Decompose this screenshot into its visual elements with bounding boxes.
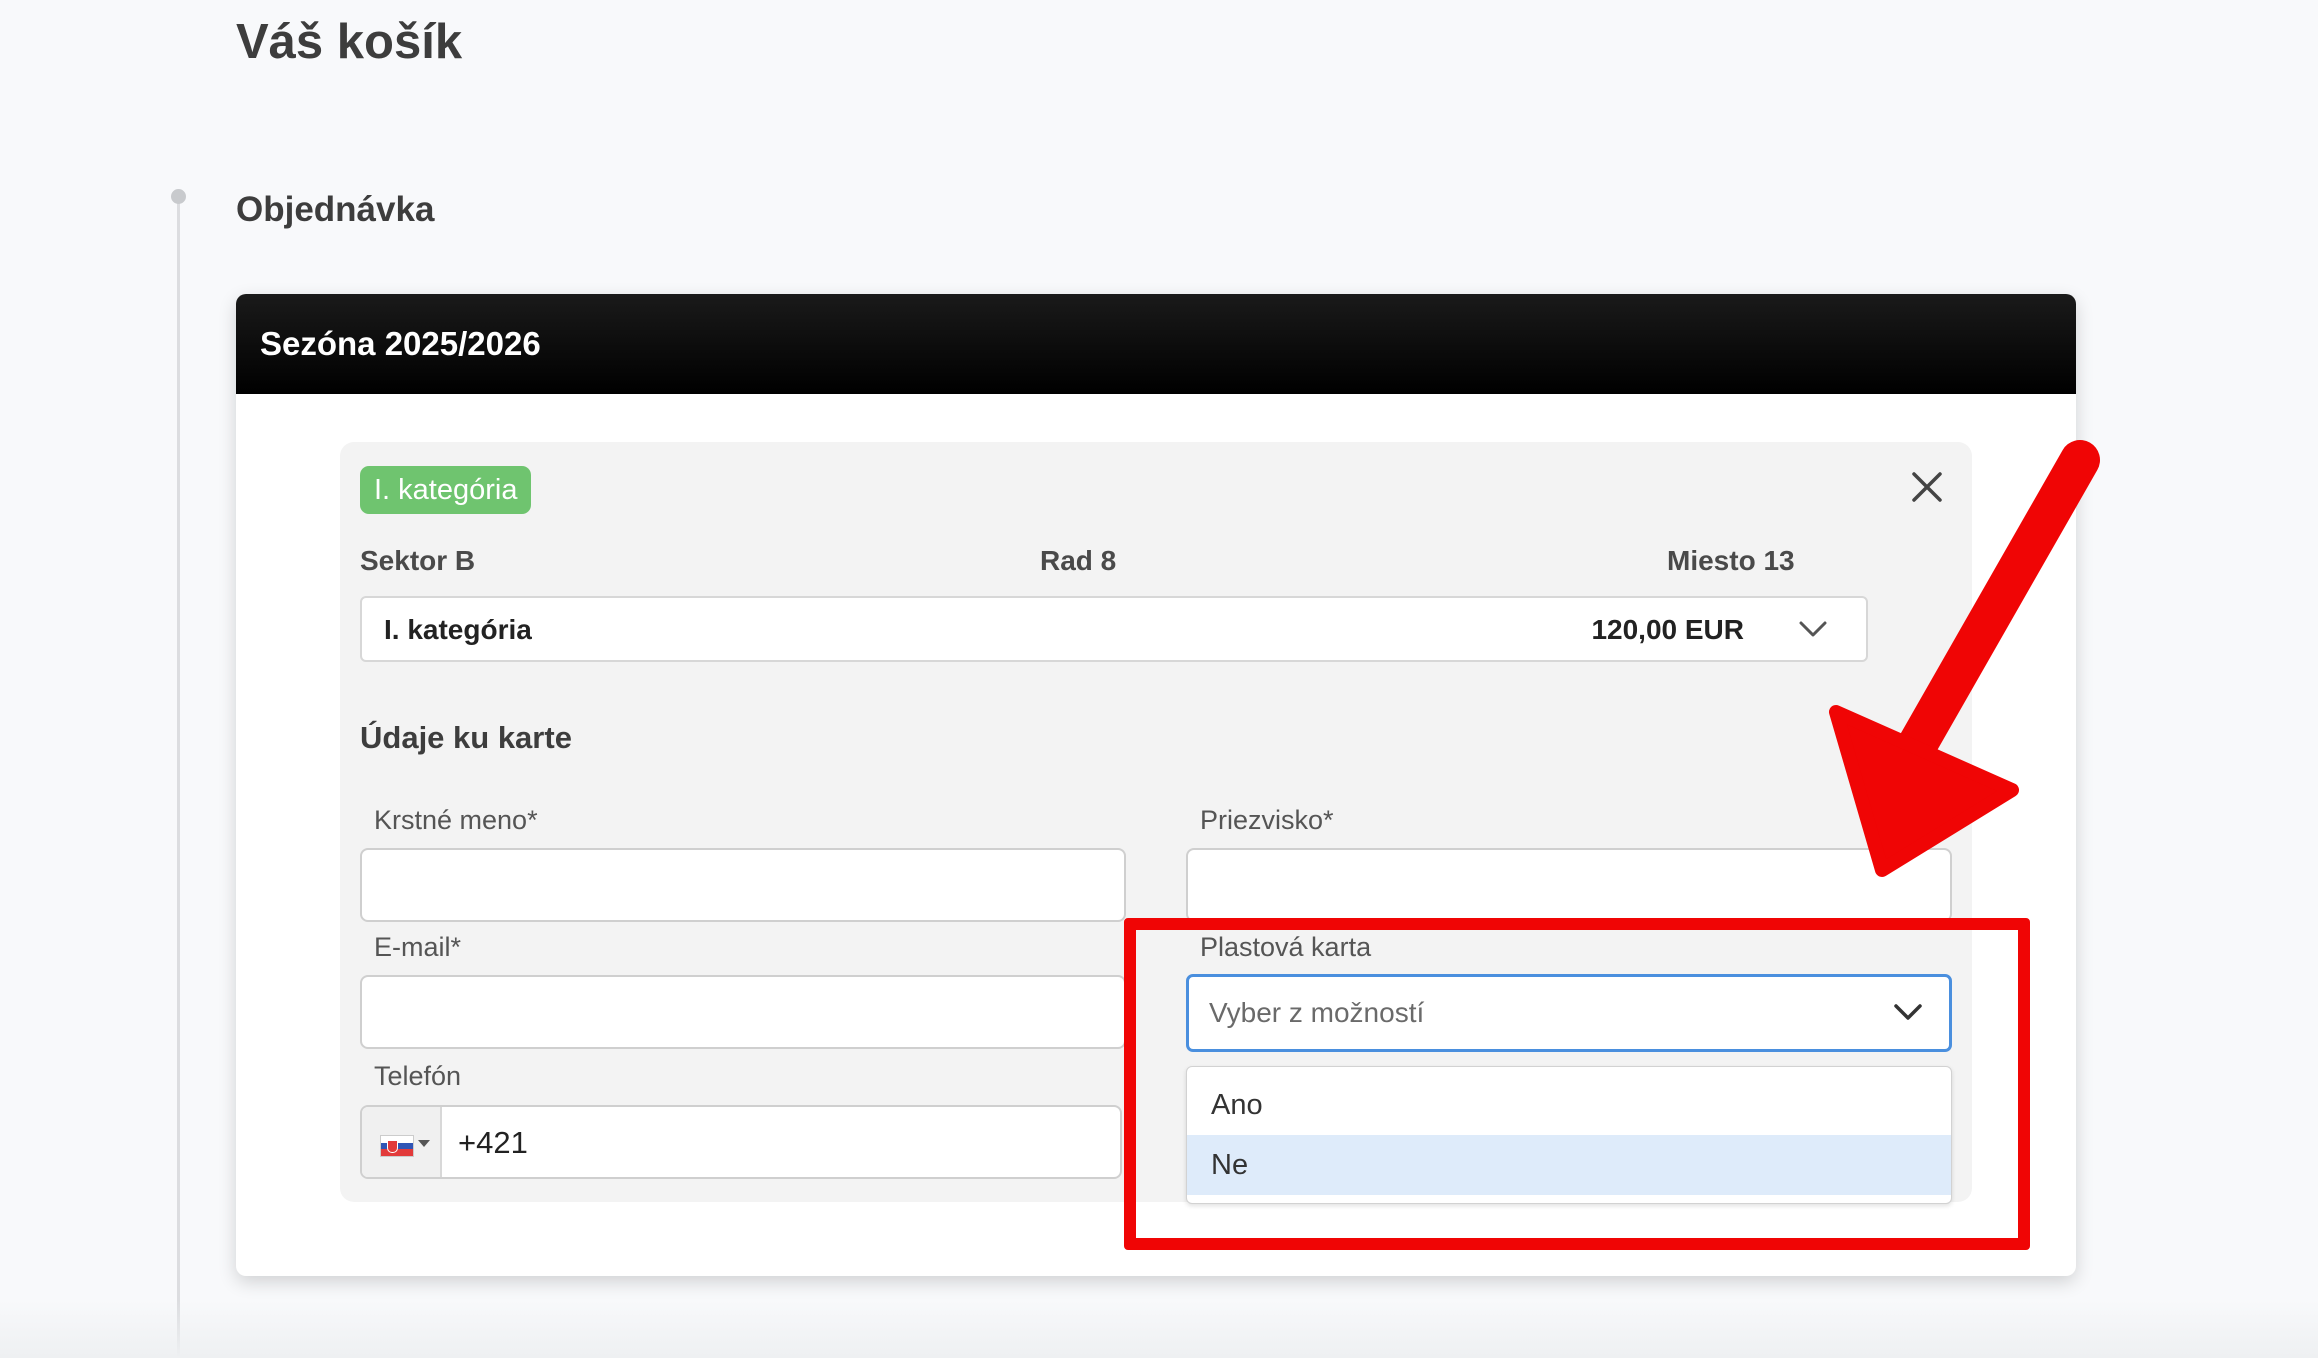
- bottom-fade: [0, 1300, 2318, 1358]
- annotation-arrow: [1829, 440, 2100, 877]
